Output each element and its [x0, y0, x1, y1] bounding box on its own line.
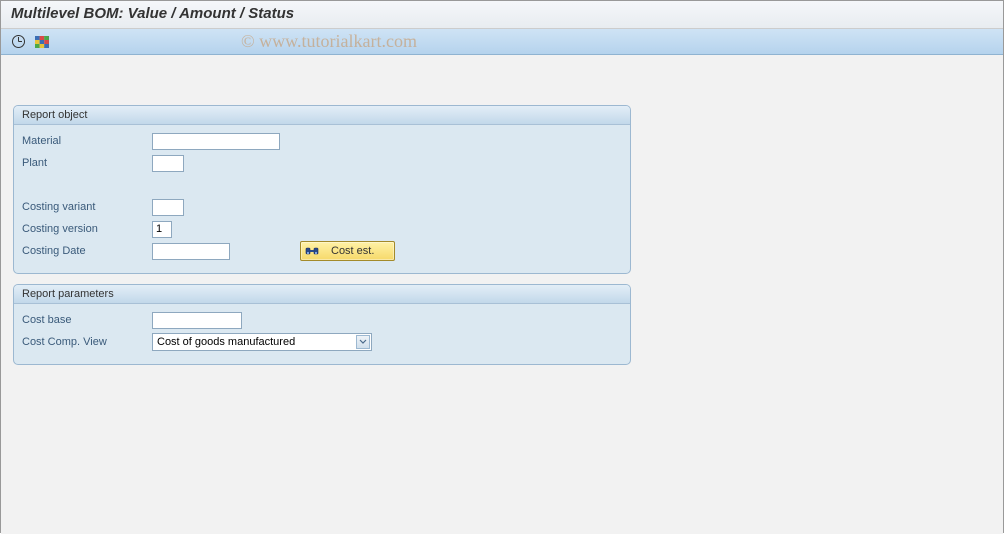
material-input[interactable]: [152, 133, 280, 150]
toolbar: [1, 29, 1003, 55]
cost-comp-view-select[interactable]: [152, 333, 372, 351]
grid-icon[interactable]: [33, 33, 51, 51]
plant-label: Plant: [22, 157, 152, 169]
costing-date-input[interactable]: [152, 243, 230, 260]
cost-estimate-label: Cost est.: [321, 245, 392, 257]
costing-variant-label: Costing variant: [22, 201, 152, 213]
content-area: Report object Material Plant Costing var…: [1, 55, 1003, 534]
costing-version-label: Costing version: [22, 223, 152, 235]
page-title: Multilevel BOM: Value / Amount / Status: [11, 5, 993, 22]
cost-base-input[interactable]: [152, 312, 242, 329]
panel-header: Report parameters: [14, 285, 630, 304]
cost-base-label: Cost base: [22, 314, 152, 326]
cost-comp-view-label: Cost Comp. View: [22, 336, 152, 348]
binoculars-icon: [303, 245, 321, 257]
panel-header: Report object: [14, 106, 630, 125]
report-object-panel: Report object Material Plant Costing var…: [13, 105, 631, 274]
costing-date-label: Costing Date: [22, 245, 152, 257]
plant-input[interactable]: [152, 155, 184, 172]
report-parameters-panel: Report parameters Cost base Cost Comp. V…: [13, 284, 631, 365]
material-label: Material: [22, 135, 152, 147]
costing-variant-input[interactable]: [152, 199, 184, 216]
cost-estimate-button[interactable]: Cost est.: [300, 241, 395, 261]
execute-icon[interactable]: [9, 33, 27, 51]
title-bar: Multilevel BOM: Value / Amount / Status: [1, 1, 1003, 29]
costing-version-input[interactable]: [152, 221, 172, 238]
